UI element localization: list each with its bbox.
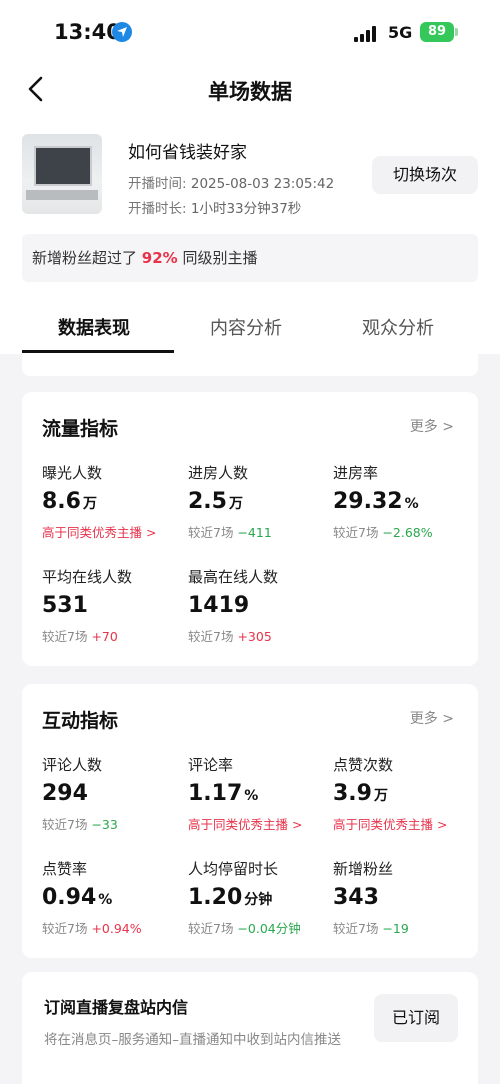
- metric-label: 点赞次数: [333, 756, 394, 774]
- network-label: 5G: [388, 23, 413, 42]
- fans-banner-prefix: 新增粉丝超过了: [32, 249, 138, 267]
- metric-value: 1.20 分钟: [188, 885, 273, 910]
- metric-comment-rate[interactable]: 评论率 1.17% 高于同类优秀主播 >: [188, 754, 328, 833]
- switch-session-button[interactable]: 切换场次: [372, 156, 478, 194]
- metric-commenters[interactable]: 评论人数 294 较近7场 −33: [42, 754, 182, 833]
- start-time-label: 开播时间:: [128, 176, 187, 192]
- interaction-metrics-card: 互动指标 更多 > 评论人数 294 较近7场 −33 评论率 1.17% 高于…: [22, 684, 478, 958]
- metric-compare: 较近7场 +70: [42, 629, 118, 644]
- tab-bar: 数据表现 内容分析 观众分析: [0, 306, 500, 354]
- metric-label: 曝光人数: [42, 464, 103, 482]
- duration-row: 开播时长: 1小时33分钟37秒: [128, 197, 301, 217]
- traffic-card-title: 流量指标: [42, 418, 119, 440]
- metric-label: 评论人数: [42, 756, 103, 774]
- metric-benchmark-hint[interactable]: 高于同类优秀主播 >: [333, 814, 473, 833]
- chevron-right-icon: >: [442, 711, 454, 727]
- subscribe-card: 订阅直播复盘站内信 将在消息页–服务通知–直播通知中收到站内信推送 已订阅: [22, 972, 478, 1084]
- metric-compare: 较近7场 +305: [188, 629, 272, 644]
- chevron-right-icon: >: [146, 525, 157, 540]
- metric-room-entries[interactable]: 进房人数 2.5 万 较近7场 −411: [188, 462, 328, 541]
- metric-label: 人均停留时长: [188, 860, 279, 878]
- subscribe-title: 订阅直播复盘站内信: [44, 998, 189, 1017]
- chevron-right-icon: >: [292, 817, 303, 832]
- fans-growth-banner: 新增粉丝超过了 92% 同级别主播: [22, 234, 478, 282]
- metric-value: 8.6 万: [42, 489, 97, 514]
- previous-card-edge: [22, 354, 478, 376]
- content-area[interactable]: 流量指标 更多 > 曝光人数 8.6 万 高于同类优秀主播 > 进房人数 2.5 万…: [0, 354, 500, 1084]
- page-title: 单场数据: [208, 80, 292, 104]
- metric-label: 平均在线人数: [42, 568, 133, 586]
- subscribed-button[interactable]: 已订阅: [374, 994, 458, 1042]
- metric-value: 294: [42, 781, 88, 806]
- duration-label: 开播时长:: [128, 201, 187, 217]
- subscribe-description: 将在消息页–服务通知–直播通知中收到站内信推送: [44, 1032, 341, 1048]
- metric-value: 1.17%: [188, 781, 259, 806]
- metric-value: 1419: [188, 593, 250, 618]
- status-bar: 13:40 5G 89: [0, 0, 500, 66]
- metric-avg-online[interactable]: 平均在线人数 531 较近7场 +70: [42, 566, 182, 645]
- live-title: 如何省钱装好家: [128, 143, 247, 163]
- metric-compare: 较近7场 −33: [42, 817, 118, 832]
- live-session-header: 如何省钱装好家 开播时间: 2025-08-03 23:05:42 开播时长: …: [0, 132, 500, 224]
- start-time-value: 2025-08-03 23:05:42: [190, 176, 335, 192]
- status-time: 13:40: [54, 20, 121, 44]
- metric-value: 3.9 万: [333, 781, 388, 806]
- metric-peak-online[interactable]: 最高在线人数 1419 较近7场 +305: [188, 566, 328, 645]
- chevron-right-icon: >: [437, 817, 448, 832]
- metric-compare: 较近7场 +0.94%: [42, 921, 142, 936]
- metric-exposure[interactable]: 曝光人数 8.6 万 高于同类优秀主播 >: [42, 462, 182, 541]
- metric-label: 最高在线人数: [188, 568, 279, 586]
- tab-content-analysis[interactable]: 内容分析: [210, 314, 282, 340]
- fans-banner-suffix: 同级别主播: [182, 249, 258, 267]
- metric-likes[interactable]: 点赞次数 3.9 万 高于同类优秀主播 >: [333, 754, 473, 833]
- battery-icon: 89: [420, 22, 454, 42]
- metric-value: 29.32%: [333, 489, 419, 514]
- battery-tip: [455, 28, 458, 36]
- start-time-row: 开播时间: 2025-08-03 23:05:42: [128, 172, 334, 192]
- metric-compare: 较近7场 −0.04分钟: [188, 921, 301, 936]
- metric-benchmark-hint[interactable]: 高于同类优秀主播 >: [188, 814, 328, 833]
- metric-compare: 较近7场 −19: [333, 921, 409, 936]
- traffic-metrics-card: 流量指标 更多 > 曝光人数 8.6 万 高于同类优秀主播 > 进房人数 2.5 万…: [22, 392, 478, 666]
- metric-label: 点赞率: [42, 860, 88, 878]
- metric-compare: 较近7场 −411: [188, 525, 272, 540]
- metric-benchmark-hint[interactable]: 高于同类优秀主播 >: [42, 522, 182, 541]
- traffic-more-link[interactable]: 更多 >: [410, 416, 454, 436]
- interaction-card-title: 互动指标: [42, 710, 119, 732]
- metric-like-rate[interactable]: 点赞率 0.94% 较近7场 +0.94%: [42, 858, 182, 937]
- duration-value: 1小时33分钟37秒: [190, 201, 302, 217]
- metric-value: 531: [42, 593, 88, 618]
- metric-label: 评论率: [188, 756, 234, 774]
- signal-icon: [354, 26, 378, 42]
- fans-banner-percent: 92%: [141, 249, 178, 267]
- metric-label: 进房人数: [188, 464, 249, 482]
- chevron-right-icon: >: [442, 419, 454, 435]
- metric-label: 进房率: [333, 464, 379, 482]
- interaction-more-link[interactable]: 更多 >: [410, 708, 454, 728]
- tab-audience-analysis[interactable]: 观众分析: [362, 314, 434, 340]
- metric-value: 0.94%: [42, 885, 113, 910]
- metric-value: 343: [333, 885, 379, 910]
- metric-entry-rate[interactable]: 进房率 29.32% 较近7场 −2.68%: [333, 462, 473, 541]
- metric-compare: 较近7场 −2.68%: [333, 525, 433, 540]
- traffic-more-label: 更多: [409, 419, 438, 435]
- metric-value: 2.5 万: [188, 489, 243, 514]
- tab-data-performance[interactable]: 数据表现: [58, 314, 130, 340]
- metric-label: 新增粉丝: [333, 860, 394, 878]
- nav-bar: 单场数据: [0, 66, 500, 114]
- metric-avg-stay[interactable]: 人均停留时长 1.20 分钟 较近7场 −0.04分钟: [188, 858, 328, 937]
- live-cover-thumbnail: [22, 134, 102, 214]
- location-arrow-icon: [112, 22, 132, 42]
- metric-new-fans[interactable]: 新增粉丝 343 较近7场 −19: [333, 858, 473, 937]
- active-tab-indicator: [22, 350, 174, 353]
- interaction-more-label: 更多: [409, 711, 438, 727]
